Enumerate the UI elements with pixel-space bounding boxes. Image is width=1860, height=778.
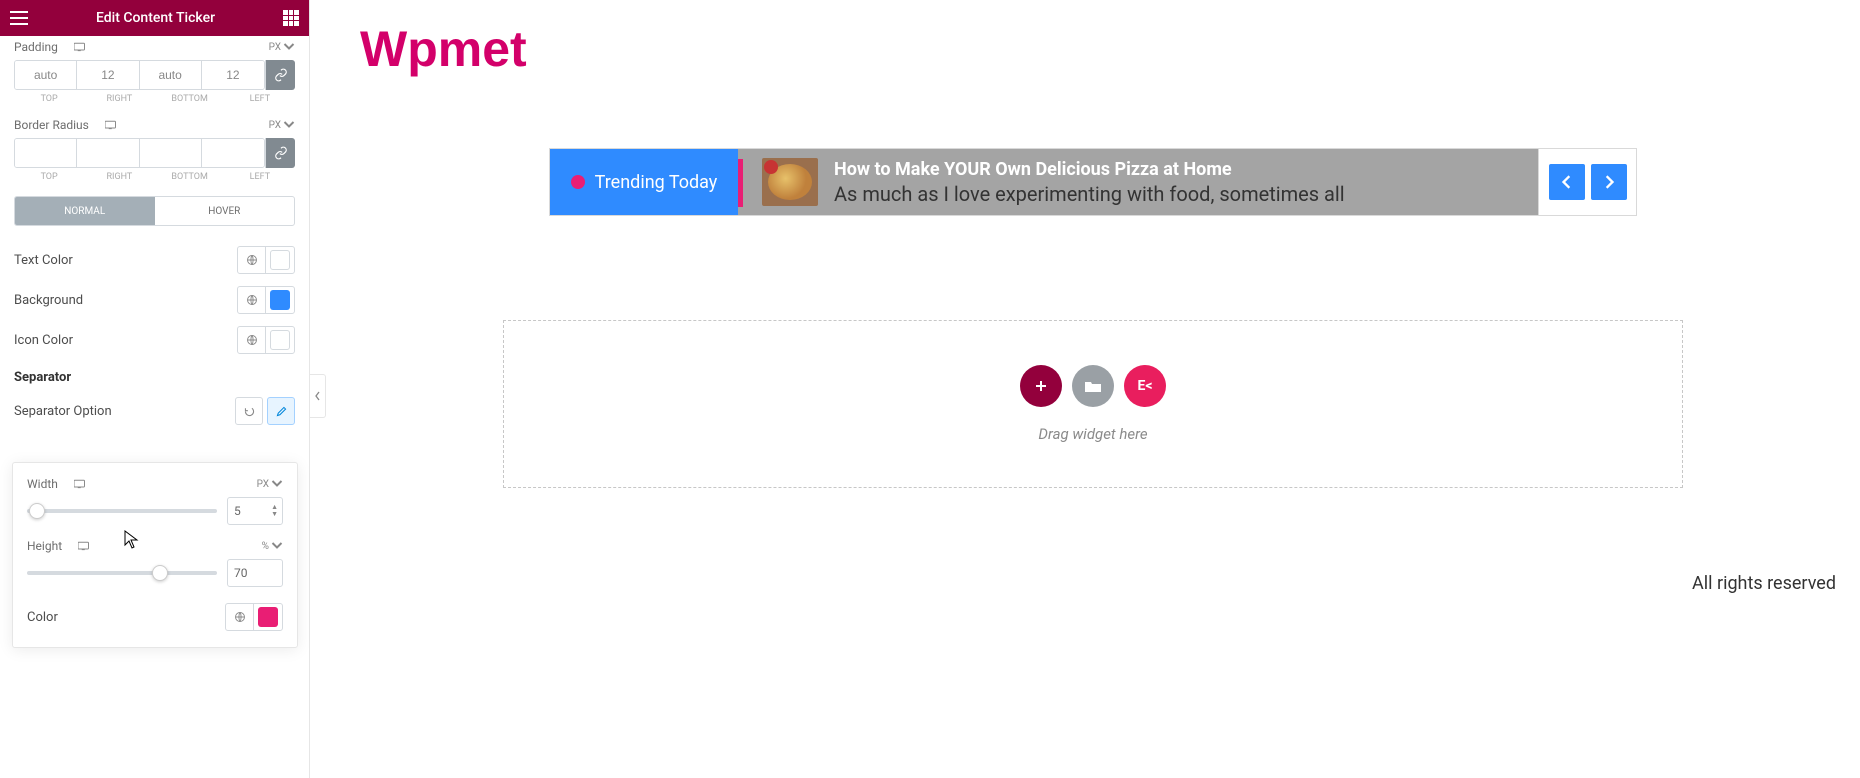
state-tabs: NORMAL HOVER [14, 196, 295, 226]
height-control: Height % 70 [27, 539, 283, 587]
separator-color-label: Color [27, 610, 58, 625]
dim-label: LEFT [225, 90, 295, 104]
add-widget-button[interactable] [1020, 365, 1062, 407]
border-radius-unit[interactable]: PX [269, 119, 295, 131]
border-radius-label: Border Radius [14, 118, 89, 132]
globe-icon[interactable] [238, 287, 266, 313]
content-ticker: Trending Today How to Make YOUR Own Deli… [549, 148, 1637, 216]
panel-body: Padding PX TOP RIGHT BOTTOM LEFT [0, 36, 309, 443]
separator-heading: Separator [14, 360, 295, 393]
ticker-content[interactable]: How to Make YOUR Own Delicious Pizza at … [738, 149, 1538, 215]
background-control: Background [14, 280, 295, 320]
ticker-item-title: How to Make YOUR Own Delicious Pizza at … [834, 159, 1345, 180]
hamburger-icon[interactable] [10, 11, 28, 25]
background-swatch[interactable] [266, 287, 294, 313]
ticker-prev-button[interactable] [1549, 164, 1585, 200]
edit-icon[interactable] [267, 397, 295, 425]
separator-popover: Width PX 5▲▼ Height % 70 [12, 462, 298, 648]
brand-name: Wpmet [346, 0, 1840, 88]
globe-icon[interactable] [226, 604, 254, 630]
height-unit[interactable]: % [262, 540, 283, 552]
dim-label: TOP [14, 168, 84, 182]
padding-link-button[interactable] [265, 60, 295, 90]
padding-top-input[interactable] [15, 61, 77, 89]
reset-icon[interactable] [235, 397, 263, 425]
icon-color-control: Icon Color [14, 320, 295, 360]
footer-text: All rights reserved [1692, 573, 1836, 594]
ticker-dot-icon [571, 175, 585, 189]
text-color-swatch[interactable] [266, 247, 294, 273]
dim-label: BOTTOM [155, 168, 225, 182]
elementskit-button[interactable]: E< [1124, 365, 1166, 407]
ticker-badge: Trending Today [550, 149, 738, 215]
background-label: Background [14, 293, 83, 308]
padding-unit[interactable]: PX [269, 41, 295, 53]
icon-color-swatch[interactable] [266, 327, 294, 353]
separator-color-control: Color [27, 601, 283, 633]
grid-icon[interactable] [283, 10, 299, 26]
device-icon[interactable] [74, 478, 86, 490]
padding-right-input[interactable] [77, 61, 139, 89]
separator-option-label: Separator Option [14, 404, 112, 419]
ticker-item-desc: As much as I love experimenting with foo… [834, 182, 1345, 206]
dim-label: TOP [14, 90, 84, 104]
br-right-input[interactable] [77, 139, 139, 167]
dim-label: RIGHT [84, 90, 154, 104]
width-slider[interactable] [27, 509, 217, 513]
device-icon[interactable] [105, 119, 117, 131]
device-icon[interactable] [78, 540, 90, 552]
padding-left-input[interactable] [202, 61, 264, 89]
ticker-thumbnail [762, 158, 818, 206]
padding-bottom-input[interactable] [140, 61, 202, 89]
padding-label: Padding [14, 40, 58, 54]
height-value-input[interactable]: 70 [227, 559, 283, 587]
br-top-input[interactable] [15, 139, 77, 167]
height-slider[interactable] [27, 571, 217, 575]
tab-normal[interactable]: NORMAL [15, 197, 155, 225]
separator-color-swatch[interactable] [254, 604, 282, 630]
dropzone-hint: Drag widget here [1038, 425, 1147, 443]
br-bottom-input[interactable] [140, 139, 202, 167]
globe-icon[interactable] [238, 247, 266, 273]
ticker-badge-text: Trending Today [595, 172, 718, 193]
width-control: Width PX 5▲▼ [27, 477, 283, 525]
icon-color-label: Icon Color [14, 333, 73, 348]
border-radius-control: Border Radius PX TOP RIGHT BOTTOM LEFT [14, 118, 295, 182]
br-link-button[interactable] [265, 138, 295, 168]
collapse-handle[interactable] [310, 374, 326, 418]
sidebar-header: Edit Content Ticker [0, 0, 309, 36]
ticker-next-button[interactable] [1591, 164, 1627, 200]
panel-title: Edit Content Ticker [96, 10, 215, 26]
device-icon[interactable] [74, 41, 86, 53]
folder-button[interactable] [1072, 365, 1114, 407]
globe-icon[interactable] [238, 327, 266, 353]
dim-label: RIGHT [84, 168, 154, 182]
padding-control: Padding PX TOP RIGHT BOTTOM LEFT [14, 40, 295, 104]
width-unit[interactable]: PX [257, 478, 283, 490]
sidebar: Edit Content Ticker Padding PX [0, 0, 310, 778]
width-value-input[interactable]: 5▲▼ [227, 497, 283, 525]
width-label: Width [27, 477, 58, 491]
ticker-nav [1538, 149, 1636, 215]
stepper-down-icon[interactable]: ▼ [271, 511, 278, 518]
dim-label: LEFT [225, 168, 295, 182]
tab-hover[interactable]: HOVER [155, 197, 295, 225]
ticker-separator [738, 159, 743, 207]
text-color-control: Text Color [14, 240, 295, 280]
dim-label: BOTTOM [155, 90, 225, 104]
text-color-label: Text Color [14, 253, 73, 268]
separator-option-control: Separator Option [14, 393, 295, 429]
height-label: Height [27, 539, 62, 553]
widget-dropzone[interactable]: E< Drag widget here [503, 320, 1683, 488]
canvas: Wpmet Trending Today How to Make YOUR Ow… [326, 0, 1860, 778]
br-left-input[interactable] [202, 139, 264, 167]
